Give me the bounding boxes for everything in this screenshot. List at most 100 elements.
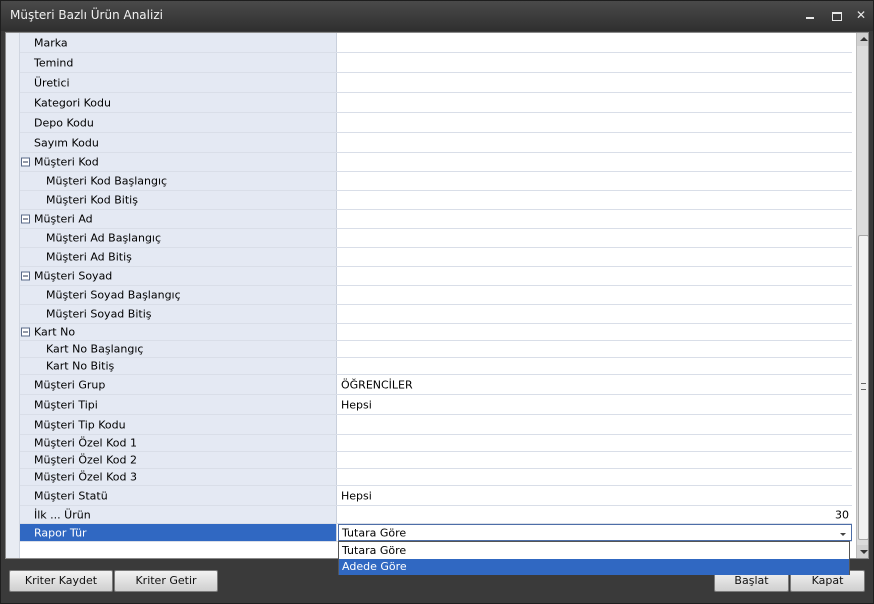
row-label: Müşteri Statü xyxy=(34,489,108,502)
row-musteri-ad[interactable]: Müşteri Ad xyxy=(20,210,852,229)
row-value[interactable]: ÖĞRENCİLER xyxy=(338,375,852,394)
row-value[interactable] xyxy=(338,305,852,323)
row-label: İlk ... Ürün xyxy=(34,508,91,521)
title-bar: Müşteri Bazlı Ürün Analizi ✕ xyxy=(1,1,873,31)
collapse-icon[interactable] xyxy=(21,327,30,337)
scroll-up-icon[interactable] xyxy=(857,33,868,46)
row-value[interactable] xyxy=(338,358,852,374)
row-label: Müşteri Grup xyxy=(34,378,106,391)
row-value[interactable] xyxy=(338,153,852,171)
row-label: Sayım Kodu xyxy=(34,136,99,149)
row-musteri-kod-bitis[interactable]: Müşteri Kod Bitiş xyxy=(20,191,852,210)
row-value[interactable] xyxy=(338,452,852,468)
row-musteri-soyad-baslangic[interactable]: Müşteri Soyad Başlangıç xyxy=(20,286,852,305)
dropdown-option-tutara-gore[interactable]: Tutara Göre xyxy=(339,543,849,559)
row-temind[interactable]: Temind xyxy=(20,53,852,73)
row-value[interactable] xyxy=(338,93,852,112)
row-label: Müşteri Soyad Başlangıç xyxy=(46,288,181,302)
row-musteri-kod-baslangic[interactable]: Müşteri Kod Başlangıç xyxy=(20,172,852,191)
dropdown-option-adede-gore[interactable]: Adede Göre xyxy=(339,559,849,575)
row-value[interactable] xyxy=(338,435,852,451)
rapor-tur-dropdown-list: Tutara Göre Adede Göre xyxy=(338,541,850,575)
row-label: Müşteri Özel Kod 1 xyxy=(34,436,137,450)
row-label: Kategori Kodu xyxy=(34,96,111,109)
chevron-down-icon[interactable] xyxy=(837,528,849,540)
row-kart-no-bitis[interactable]: Kart No Bitiş xyxy=(20,358,852,375)
row-value[interactable]: Hepsi xyxy=(338,486,852,505)
row-value[interactable] xyxy=(338,53,852,72)
row-kart-no[interactable]: Kart No xyxy=(20,324,852,341)
row-value[interactable] xyxy=(338,341,852,357)
row-label: Müşteri Ad Başlangıç xyxy=(46,231,162,245)
row-musteri-soyad-bitis[interactable]: Müşteri Soyad Bitiş xyxy=(20,305,852,324)
row-value[interactable] xyxy=(338,113,852,132)
row-label: Müşteri Özel Kod 3 xyxy=(34,470,137,484)
row-value[interactable] xyxy=(338,415,852,434)
row-label: Marka xyxy=(34,36,68,49)
row-value[interactable]: Hepsi xyxy=(338,395,852,414)
minimize-button[interactable] xyxy=(801,6,821,24)
collapse-icon[interactable] xyxy=(21,271,30,281)
row-uretici[interactable]: Üretici xyxy=(20,73,852,93)
row-musteri-grup[interactable]: Müşteri Grup ÖĞRENCİLER xyxy=(20,375,852,395)
vertical-scrollbar[interactable] xyxy=(856,33,868,558)
row-value[interactable] xyxy=(338,133,852,152)
row-value[interactable] xyxy=(338,33,852,52)
row-kategori-kodu[interactable]: Kategori Kodu xyxy=(20,93,852,113)
load-criteria-button[interactable]: Kriter Getir xyxy=(114,570,218,592)
row-label: Üretici xyxy=(34,76,70,89)
row-label: Müşteri Tipi xyxy=(34,398,98,411)
row-value[interactable] xyxy=(338,172,852,190)
row-ilk-urun[interactable]: İlk ... Ürün 30 xyxy=(20,506,852,524)
row-label: Müşteri Tip Kodu xyxy=(34,418,126,431)
row-marka[interactable]: Marka xyxy=(20,33,852,53)
row-value[interactable] xyxy=(338,469,852,485)
row-musteri-ad-baslangic[interactable]: Müşteri Ad Başlangıç xyxy=(20,229,852,248)
row-value[interactable] xyxy=(338,210,852,228)
row-kart-no-baslangic[interactable]: Kart No Başlangıç xyxy=(20,341,852,358)
row-value[interactable] xyxy=(338,73,852,92)
grid-gutter xyxy=(6,33,20,558)
main-window: Müşteri Bazlı Ürün Analizi ✕ Marka Temin… xyxy=(0,0,874,604)
row-value[interactable] xyxy=(338,267,852,285)
collapse-icon[interactable] xyxy=(21,214,30,224)
row-label: Müşteri Soyad xyxy=(34,269,113,283)
scroll-down-icon[interactable] xyxy=(857,545,868,558)
row-label: Kart No Bitiş xyxy=(46,359,115,373)
row-label: Müşteri Ad Bitiş xyxy=(46,250,132,264)
row-label: Müşteri Kod xyxy=(34,155,99,169)
row-musteri-ozel-kod-1[interactable]: Müşteri Özel Kod 1 xyxy=(20,435,852,452)
rapor-tur-combobox[interactable]: Tutara Göre xyxy=(338,524,852,541)
property-grid: Marka Temind Üretici Kategori Kodu Depo … xyxy=(5,32,869,559)
window-title: Müşteri Bazlı Ürün Analizi xyxy=(10,8,163,22)
row-musteri-ozel-kod-2[interactable]: Müşteri Özel Kod 2 xyxy=(20,452,852,469)
save-criteria-button[interactable]: Kriter Kaydet xyxy=(9,570,113,592)
collapse-icon[interactable] xyxy=(21,157,30,167)
row-label: Kart No xyxy=(34,325,76,339)
scroll-thumb[interactable] xyxy=(858,235,868,540)
row-musteri-ozel-kod-3[interactable]: Müşteri Özel Kod 3 xyxy=(20,469,852,486)
row-sayim-kodu[interactable]: Sayım Kodu xyxy=(20,133,852,153)
row-value[interactable] xyxy=(338,286,852,304)
close-window-button[interactable]: ✕ xyxy=(851,6,871,24)
row-value[interactable]: 30 xyxy=(338,506,852,523)
row-depo-kodu[interactable]: Depo Kodu xyxy=(20,113,852,133)
row-rapor-tur[interactable]: Rapor Tür Tutara Göre xyxy=(20,524,852,542)
row-musteri-tipi[interactable]: Müşteri Tipi Hepsi xyxy=(20,395,852,415)
maximize-button[interactable] xyxy=(827,6,847,24)
row-label: Müşteri Soyad Bitiş xyxy=(46,307,152,321)
row-value[interactable] xyxy=(338,248,852,266)
row-label: Müşteri Özel Kod 2 xyxy=(34,453,137,467)
row-musteri-statu[interactable]: Müşteri Statü Hepsi xyxy=(20,486,852,506)
row-musteri-soyad[interactable]: Müşteri Soyad xyxy=(20,267,852,286)
row-musteri-ad-bitis[interactable]: Müşteri Ad Bitiş xyxy=(20,248,852,267)
row-label: Müşteri Ad xyxy=(34,212,93,226)
row-label: Kart No Başlangıç xyxy=(46,342,144,356)
row-label: Temind xyxy=(34,56,74,69)
row-musteri-kod[interactable]: Müşteri Kod xyxy=(20,153,852,172)
row-value[interactable] xyxy=(338,229,852,247)
row-value[interactable] xyxy=(338,324,852,340)
row-label: Depo Kodu xyxy=(34,116,94,129)
row-value[interactable] xyxy=(338,191,852,209)
row-musteri-tip-kodu[interactable]: Müşteri Tip Kodu xyxy=(20,415,852,435)
